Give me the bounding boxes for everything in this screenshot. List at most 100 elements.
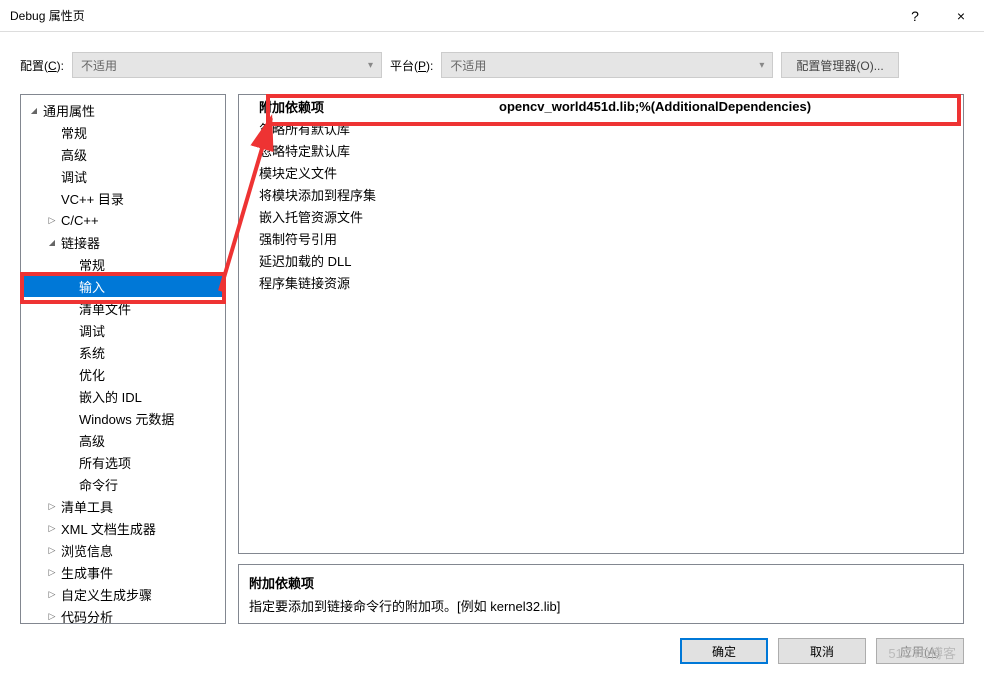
tree-label: 自定义生成步骤 [59,585,152,604]
titlebar-controls: ? × [892,0,984,32]
tree-arrow-icon[interactable] [45,215,59,226]
window-title: Debug 属性页 [10,7,892,24]
content-area: 通用属性常规高级调试VC++ 目录C/C++链接器常规输入清单文件调试系统优化嵌… [0,94,984,624]
tree-item-系统[interactable]: 系统 [21,341,225,363]
property-row[interactable]: 将模块添加到程序集 [239,183,963,205]
description-text: 指定要添加到链接命令行的附加项。[例如 kernel32.lib] [249,596,953,615]
property-name: 程序集链接资源 [239,273,499,292]
tree-item-优化[interactable]: 优化 [21,363,225,385]
tree-item-调试[interactable]: 调试 [21,319,225,341]
config-value: 不适用 [81,57,117,74]
description-title: 附加依赖项 [249,573,953,592]
tree-label: 通用属性 [41,101,95,120]
description-panel: 附加依赖项 指定要添加到链接命令行的附加项。[例如 kernel32.lib] [238,564,964,624]
tree-item-嵌入的 IDL[interactable]: 嵌入的 IDL [21,385,225,407]
right-panel: 附加依赖项opencv_world451d.lib;%(AdditionalDe… [238,94,964,624]
tree-item-XML 文档生成器[interactable]: XML 文档生成器 [21,517,225,539]
tree-label: 链接器 [59,233,100,252]
tree-label: 调试 [59,167,87,186]
tree-label: 输入 [77,277,105,296]
tree-arrow-icon[interactable] [45,501,59,512]
property-row[interactable]: 延迟加载的 DLL [239,249,963,271]
titlebar: Debug 属性页 ? × [0,0,984,32]
tree-item-VC++ 目录[interactable]: VC++ 目录 [21,187,225,209]
tree-label: VC++ 目录 [59,189,124,208]
tree-item-清单文件[interactable]: 清单文件 [21,297,225,319]
tree-item-命令行[interactable]: 命令行 [21,473,225,495]
tree-label: XML 文档生成器 [59,519,156,538]
tree-item-代码分析[interactable]: 代码分析 [21,605,225,624]
property-value[interactable]: opencv_world451d.lib;%(AdditionalDepende… [499,99,963,114]
tree-arrow-icon[interactable] [45,611,59,622]
property-row[interactable]: 忽略特定默认库 [239,139,963,161]
property-row[interactable]: 程序集链接资源 [239,271,963,293]
chevron-down-icon: ▾ [759,60,764,71]
tree-label: 优化 [77,365,105,384]
button-row: 确定 取消 应用(A) [0,624,984,678]
tree-label: C/C++ [59,213,99,228]
tree-label: 浏览信息 [59,541,113,560]
tree-label: 代码分析 [59,607,113,625]
tree-item-输入[interactable]: 输入 [21,275,225,297]
tree-item-C/C++[interactable]: C/C++ [21,209,225,231]
tree-item-Windows 元数据[interactable]: Windows 元数据 [21,407,225,429]
property-name: 忽略所有默认库 [239,119,499,138]
tree-item-链接器[interactable]: 链接器 [21,231,225,253]
tree-arrow-icon[interactable] [45,545,59,556]
property-name: 忽略特定默认库 [239,141,499,160]
property-name: 嵌入托管资源文件 [239,207,499,226]
tree-item-浏览信息[interactable]: 浏览信息 [21,539,225,561]
tree-label: 调试 [77,321,105,340]
cancel-button[interactable]: 取消 [778,638,866,664]
tree-label: 清单工具 [59,497,113,516]
tree-arrow-icon[interactable] [45,589,59,600]
tree-label: 常规 [59,123,87,142]
tree-panel[interactable]: 通用属性常规高级调试VC++ 目录C/C++链接器常规输入清单文件调试系统优化嵌… [20,94,226,624]
platform-value: 不适用 [450,57,486,74]
property-name: 附加依赖项 [239,97,499,116]
tree-item-调试[interactable]: 调试 [21,165,225,187]
platform-label: 平台(P): [390,57,433,74]
tree-item-高级[interactable]: 高级 [21,143,225,165]
tree-item-常规[interactable]: 常规 [21,121,225,143]
property-name: 强制符号引用 [239,229,499,248]
tree-arrow-icon[interactable] [45,567,59,578]
apply-button[interactable]: 应用(A) [876,638,964,664]
tree-item-清单工具[interactable]: 清单工具 [21,495,225,517]
property-row[interactable]: 嵌入托管资源文件 [239,205,963,227]
tree-item-生成事件[interactable]: 生成事件 [21,561,225,583]
property-name: 延迟加载的 DLL [239,251,499,270]
help-button[interactable]: ? [892,0,938,32]
tree-item-常规[interactable]: 常规 [21,253,225,275]
config-select[interactable]: 不适用 ▾ [72,52,382,78]
ok-button[interactable]: 确定 [680,638,768,664]
tree-item-自定义生成步骤[interactable]: 自定义生成步骤 [21,583,225,605]
tree-item-高级[interactable]: 高级 [21,429,225,451]
property-name: 将模块添加到程序集 [239,185,499,204]
chevron-down-icon: ▾ [368,60,373,71]
platform-select[interactable]: 不适用 ▾ [441,52,773,78]
tree-label: 清单文件 [77,299,131,318]
tree-label: 常规 [77,255,105,274]
tree-label: 高级 [59,145,87,164]
property-name: 模块定义文件 [239,163,499,182]
property-row[interactable]: 忽略所有默认库 [239,117,963,139]
tree-item-所有选项[interactable]: 所有选项 [21,451,225,473]
tree-arrow-icon[interactable] [45,523,59,534]
tree-label: 系统 [77,343,105,362]
tree-item-通用属性[interactable]: 通用属性 [21,99,225,121]
property-row[interactable]: 附加依赖项opencv_world451d.lib;%(AdditionalDe… [239,95,963,117]
close-button[interactable]: × [938,0,984,32]
tree-label: 嵌入的 IDL [77,387,142,406]
property-grid[interactable]: 附加依赖项opencv_world451d.lib;%(AdditionalDe… [238,94,964,554]
tree-label: 命令行 [77,475,118,494]
tree-label: 所有选项 [77,453,131,472]
property-row[interactable]: 模块定义文件 [239,161,963,183]
config-row: 配置(C): 不适用 ▾ 平台(P): 不适用 ▾ 配置管理器(O)... [0,32,984,94]
tree-arrow-icon[interactable] [27,105,41,116]
tree-label: Windows 元数据 [77,409,174,428]
config-manager-button[interactable]: 配置管理器(O)... [781,52,898,78]
tree-arrow-icon[interactable] [45,237,59,248]
property-row[interactable]: 强制符号引用 [239,227,963,249]
config-label: 配置(C): [20,57,64,74]
